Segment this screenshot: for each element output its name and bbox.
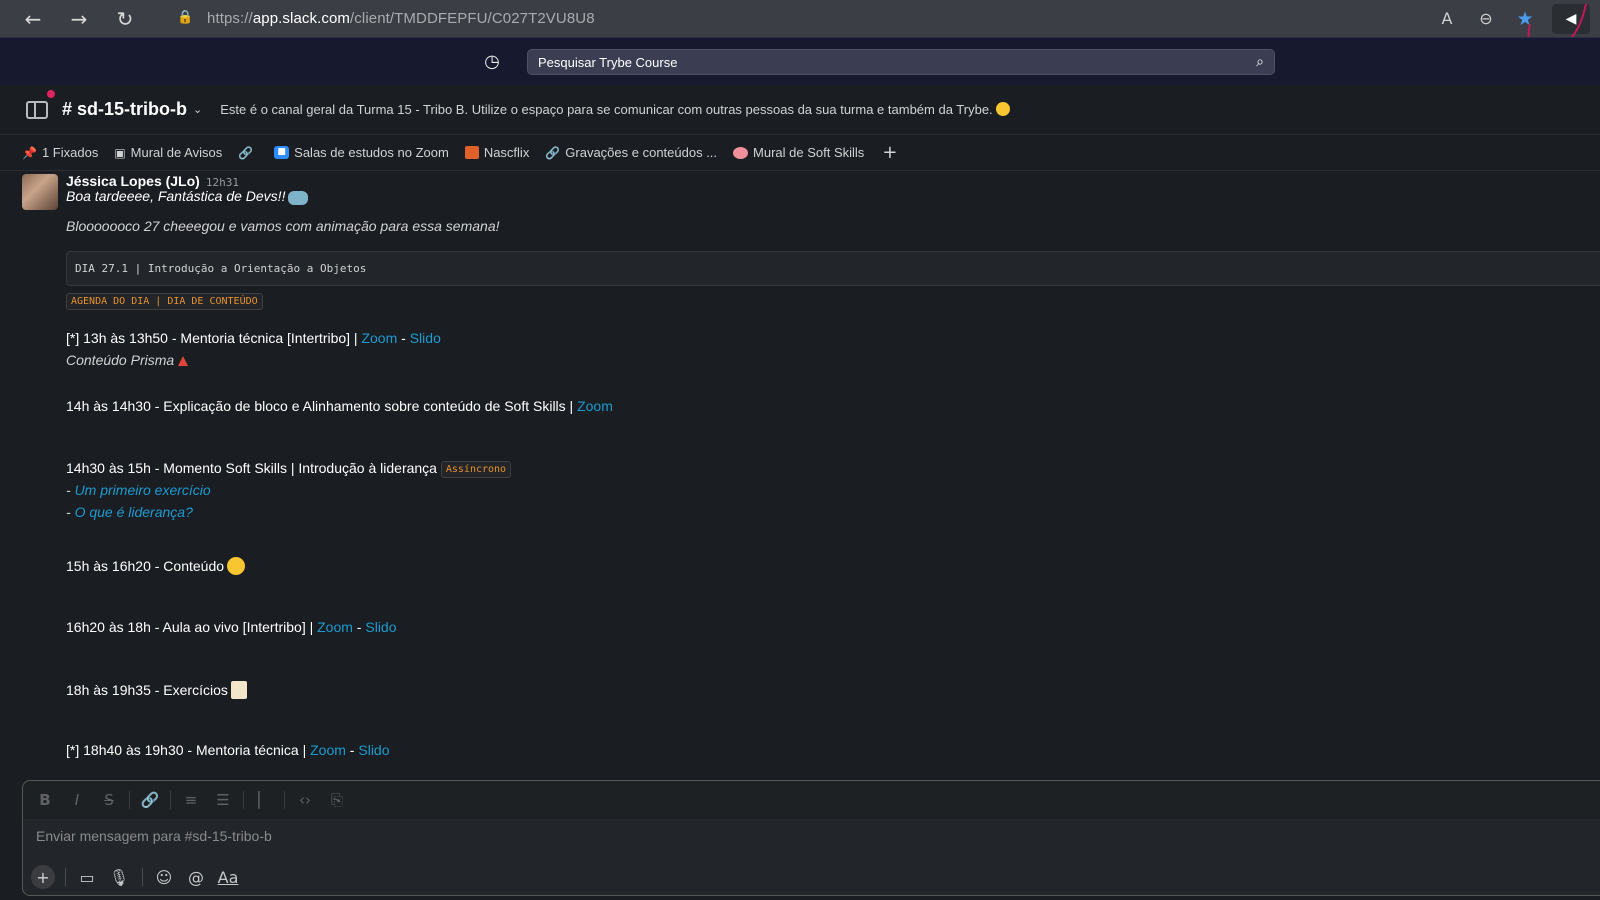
wave-emoji-icon — [288, 191, 309, 205]
agenda-item-3: 14h30 às 15h - Momento Soft Skills | Int… — [66, 460, 512, 478]
channel-topic: Este é o canal geral da Turma 15 - Tribo… — [220, 102, 1010, 117]
add-bookmark-icon[interactable]: + — [882, 142, 897, 163]
message-composer: B I S 🔗 ≡ ☰ ▏ ‹› ⎘ Enviar mensagem para … — [22, 780, 1600, 896]
agenda-item-3-link-2: - O que é liderança? — [66, 504, 193, 520]
bookmark-pinned[interactable]: 📌 1 Fixados — [22, 145, 98, 160]
message-input[interactable]: Enviar mensagem para #sd-15-tribo-b — [36, 828, 272, 844]
slido-link[interactable]: Slido — [410, 330, 441, 346]
message-list: Jéssica Lopes (JLo) 12h31 Boa tardeeee, F… — [0, 171, 1600, 780]
slido-link[interactable]: Slido — [358, 742, 389, 758]
nerd-emoji-icon — [227, 557, 246, 575]
agenda-item-2: 14h às 14h30 - Explicação de bloco e Ali… — [66, 398, 613, 414]
bookmark-mural-avisos[interactable]: ▣ Mural de Avisos — [114, 145, 222, 160]
blockquote-icon[interactable]: ▏ — [252, 788, 276, 812]
bold-icon[interactable]: B — [33, 788, 57, 812]
browser-toolbar: ← → ↻ 🔒 https://app.slack.com/client/TMD… — [0, 0, 1600, 70]
divider — [65, 868, 66, 886]
plus-icon[interactable]: + — [31, 865, 55, 889]
sidebar-toggle-icon[interactable] — [26, 100, 48, 119]
divider — [142, 868, 143, 886]
search-icon[interactable]: ⌕ — [1256, 54, 1264, 70]
italic-icon[interactable]: I — [65, 788, 89, 812]
favorite-star-icon[interactable]: ★ — [1512, 6, 1538, 32]
agenda-item-6: 18h às 19h35 - Exercícios — [66, 681, 247, 699]
divider — [243, 791, 244, 809]
video-icon[interactable]: ▭ — [74, 864, 100, 890]
search-input[interactable]: Pesquisar Trybe Course ⌕ — [527, 49, 1275, 75]
formatting-toggle-icon[interactable]: Aa — [215, 864, 241, 890]
code-icon[interactable]: ‹› — [293, 788, 317, 812]
smile-emoji-icon — [995, 102, 1010, 116]
zoom-link[interactable]: Zoom — [317, 619, 353, 635]
bookmark-salas-zoom[interactable]: ■ Salas de estudos no Zoom — [274, 145, 449, 160]
bookmark-link[interactable]: 🔗 — [238, 146, 258, 160]
async-tag: Assíncrono — [440, 460, 512, 478]
agenda-item-4: 15h às 16h20 - Conteúdo — [66, 557, 246, 575]
link-icon: 🔗 — [545, 145, 561, 160]
agenda-tag: AGENDA DO DIA | DIA DE CONTEÚDO — [66, 292, 263, 310]
lock-icon: 🔒 — [177, 10, 194, 25]
emoji-icon[interactable]: ☺ — [151, 864, 177, 890]
mention-icon[interactable]: @ — [183, 864, 209, 890]
search-placeholder: Pesquisar Trybe Course — [538, 54, 678, 70]
ordered-list-icon[interactable]: ≡ — [179, 788, 203, 812]
agenda-item-3-link-1: - Um primeiro exercício — [66, 482, 211, 498]
composer-actions: + ▭ 🎙 ☺ @ Aa — [31, 864, 247, 890]
formatting-toolbar: B I S 🔗 ≡ ☰ ▏ ‹› ⎘ — [23, 781, 1600, 819]
zoom-link[interactable]: Zoom — [361, 330, 397, 346]
code-block-icon[interactable]: ⎘ — [325, 788, 349, 812]
zoom-link[interactable]: Zoom — [577, 398, 613, 414]
zoom-out-icon[interactable]: ⊖ — [1473, 6, 1499, 32]
greeting-line: Boa tardeeee, Fantástica de Devs!! — [66, 188, 309, 205]
leadership-link[interactable]: O que é liderança? — [75, 504, 193, 520]
channel-name[interactable]: # sd-15-tribo-b — [62, 99, 187, 120]
bookmark-gravacoes[interactable]: 🔗 Gravações e conteúdos ... — [545, 145, 717, 160]
pin-icon: 📌 — [22, 145, 37, 160]
bookmark-soft-skills[interactable]: Mural de Soft Skills — [733, 145, 864, 160]
forward-icon[interactable]: → — [66, 6, 92, 32]
agenda-item-5: 16h20 às 18h - Aula ao vivo [Intertribo]… — [66, 619, 397, 635]
read-aloud-icon[interactable]: A — [1434, 6, 1460, 32]
intro-line: Blooooooco 27 cheeegou e vamos com anima… — [66, 218, 500, 234]
agenda-item-7: [*] 18h40 às 19h30 - Mentoria técnica | … — [66, 742, 390, 758]
triangle-icon — [178, 356, 189, 366]
link-icon[interactable]: 🔗 — [138, 788, 162, 812]
url-text[interactable]: https://app.slack.com/client/TMDDFEPFU/C… — [207, 10, 595, 27]
memo-emoji-icon — [230, 681, 247, 699]
slido-link[interactable]: Slido — [365, 619, 396, 635]
chevron-down-icon[interactable]: ⌄ — [193, 103, 202, 116]
link-icon: 🔗 — [238, 145, 254, 160]
extension-icon[interactable]: ◀ — [1552, 3, 1590, 34]
code-block: DIA 27.1 | Introdução a Orientação a Obj… — [66, 251, 1600, 286]
zoom-link[interactable]: Zoom — [310, 742, 346, 758]
channel-header: # sd-15-tribo-b ⌄ Este é o canal geral d… — [0, 85, 1600, 135]
back-icon[interactable]: ← — [20, 6, 46, 32]
divider — [129, 791, 130, 809]
brain-icon — [733, 146, 749, 159]
avatar[interactable] — [22, 174, 58, 210]
strikethrough-icon[interactable]: S — [97, 788, 121, 812]
bookmarks-bar: 📌 1 Fixados ▣ Mural de Avisos 🔗 ■ Salas de … — [0, 135, 1600, 171]
bulleted-list-icon[interactable]: ☰ — [211, 788, 235, 812]
agenda-item-1: [*] 13h às 13h50 - Mentoria técnica [Int… — [66, 330, 441, 346]
agenda-item-1-sub: Conteúdo Prisma — [66, 352, 189, 368]
sign-icon: ▣ — [114, 145, 126, 160]
exercise-link[interactable]: Um primeiro exercício — [75, 482, 211, 498]
microphone-icon[interactable]: 🎙 — [106, 864, 132, 890]
zoom-icon: ■ — [274, 146, 290, 159]
address-bar[interactable]: 🔒 https://app.slack.com/client/TMDDFEPFU… — [163, 3, 1163, 33]
notification-dot — [47, 90, 55, 98]
author-name[interactable]: Jéssica Lopes (JLo) — [66, 173, 200, 189]
slack-topbar: ◷ Pesquisar Trybe Course ⌕ — [0, 37, 1600, 85]
divider — [170, 791, 171, 809]
bookmark-nascflix[interactable]: Nascflix — [464, 145, 529, 160]
reload-icon[interactable]: ↻ — [112, 6, 138, 32]
history-icon[interactable]: ◷ — [481, 50, 503, 72]
divider — [284, 791, 285, 809]
nascflix-icon — [464, 146, 479, 159]
